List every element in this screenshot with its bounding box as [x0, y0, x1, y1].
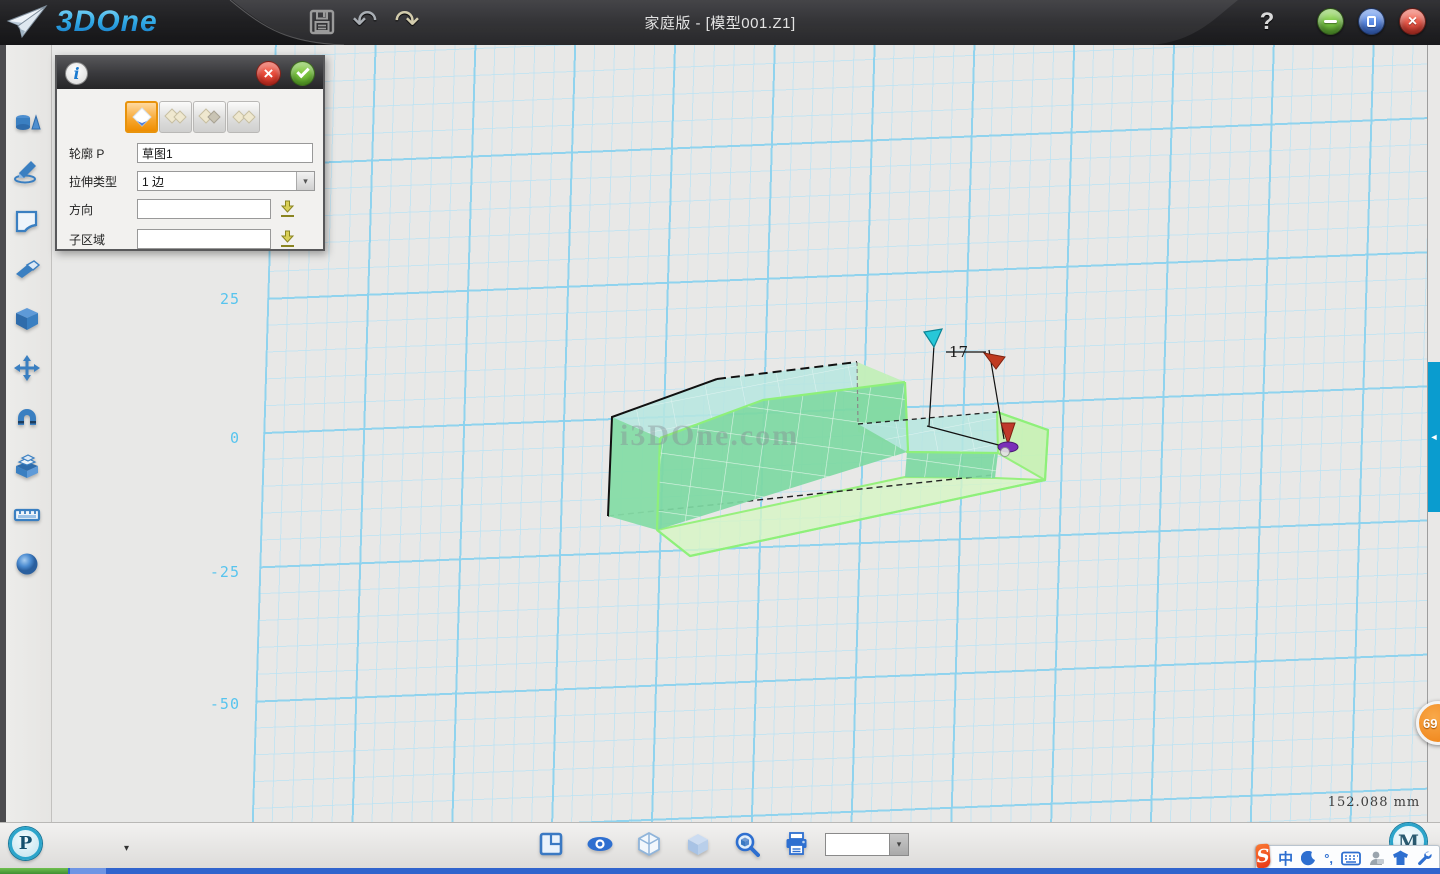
view-toolbar: P ▾	[0, 822, 1440, 868]
minimize-button[interactable]	[1317, 8, 1344, 35]
direction-input[interactable]	[137, 199, 271, 219]
minimize-icon	[1324, 20, 1337, 23]
measure-icon[interactable]	[12, 500, 42, 530]
view-preset-value	[826, 834, 889, 855]
watermark: i3DOne.com	[620, 419, 799, 452]
wireframe-view-button[interactable]	[635, 830, 663, 858]
profile-badge-dropdown-icon[interactable]: ▾	[124, 843, 129, 854]
ime-logo[interactable]: S	[1255, 844, 1271, 869]
select-dropdown-icon[interactable]: ▾	[296, 172, 314, 190]
taskbar-start-segment[interactable]	[0, 868, 68, 874]
extrude-dialog-header: i ×	[57, 57, 323, 89]
shaded-view-button[interactable]	[684, 830, 712, 858]
extrude-type-value: 1 边	[138, 173, 296, 190]
ime-user-icon[interactable]	[1369, 850, 1384, 866]
sketch-icon[interactable]	[12, 157, 42, 187]
direction-label: 方向	[69, 201, 137, 218]
subregion-input[interactable]	[137, 229, 271, 249]
diamond-total-icon	[232, 108, 256, 126]
dimension-flag-handle[interactable]	[984, 353, 1005, 369]
profile-input[interactable]	[137, 143, 313, 163]
extrude-two-sides-button[interactable]	[159, 101, 192, 133]
profile-badge-letter: P	[19, 833, 33, 854]
combine-assembly-icon[interactable]	[12, 451, 42, 481]
constraint-magnet-icon[interactable]	[12, 402, 42, 432]
ime-keyboard-icon[interactable]	[1341, 851, 1361, 866]
diamond-two-icon	[164, 107, 188, 127]
dialog-cancel-button[interactable]: ×	[256, 61, 281, 86]
extrude-type-select[interactable]: 1 边 ▾	[137, 171, 315, 191]
close-icon: ×	[1408, 13, 1417, 31]
notification-count: 69	[1423, 716, 1437, 731]
material-render-icon[interactable]	[12, 549, 42, 579]
close-button[interactable]: ×	[1399, 8, 1426, 35]
extrude-type-options	[125, 101, 260, 133]
print-button[interactable]	[782, 830, 810, 858]
subregion-picker-button[interactable]	[277, 229, 297, 249]
pick-arrow-icon	[279, 200, 296, 218]
paper-plane-icon	[6, 3, 50, 41]
trim-edit-icon[interactable]	[12, 255, 42, 285]
visibility-button[interactable]	[586, 830, 614, 858]
sketch-plane-icon[interactable]	[12, 206, 42, 236]
move-transform-icon[interactable]	[12, 353, 42, 383]
printer-icon	[783, 831, 810, 857]
info-icon: i	[73, 64, 79, 83]
titlebar-swoosh	[0, 0, 1440, 45]
dimension-value: 17	[949, 343, 968, 361]
eye-icon	[586, 834, 614, 854]
ime-moon-icon[interactable]	[1301, 851, 1316, 866]
redo-button[interactable]: ↷	[390, 6, 424, 38]
extrude-type-label: 拉伸类型	[69, 173, 137, 190]
scale-readout: 152.088 mm	[1314, 795, 1427, 810]
ime-punctuation-toggle[interactable]: °,	[1324, 851, 1333, 866]
taskbar-app-segment[interactable]	[70, 868, 106, 874]
undo-icon: ↶	[352, 7, 377, 37]
pick-arrow-icon	[279, 230, 296, 248]
info-button[interactable]: i	[65, 62, 88, 85]
help-button[interactable]: ?	[1252, 6, 1282, 38]
view-preset-combobox[interactable]: ▾	[825, 833, 909, 856]
extrude-total-button[interactable]	[227, 101, 260, 133]
ime-settings-wrench-icon[interactable]	[1417, 850, 1433, 866]
viewport-layout-icon	[538, 831, 564, 857]
combo-dropdown-icon: ▾	[889, 834, 908, 855]
maximize-icon	[1367, 16, 1376, 27]
ime-language-toggle[interactable]: 中	[1278, 848, 1293, 869]
titlebar: 3DOne ↶ ↷ 家庭版 - [模型001.Z1] ? ×	[0, 0, 1440, 45]
left-toolbar	[0, 45, 52, 822]
redo-icon: ↷	[394, 7, 419, 37]
undo-button[interactable]: ↶	[348, 6, 382, 38]
extrude-symmetric-button[interactable]	[193, 101, 226, 133]
viewport-layout-button[interactable]	[537, 830, 565, 858]
profile-label: 轮廓 P	[69, 145, 137, 162]
shaded-cube-icon	[685, 831, 711, 857]
extrude-drag-handle[interactable]	[924, 329, 942, 347]
subregion-label: 子区域	[69, 231, 137, 248]
extrude-dialog: i × 轮	[55, 55, 325, 251]
primitive-solids-icon[interactable]	[12, 108, 42, 138]
confirm-check-icon	[296, 65, 309, 78]
feature-modeling-icon[interactable]	[12, 304, 42, 334]
extrude-one-side-button[interactable]	[125, 101, 158, 133]
dialog-confirm-button[interactable]	[290, 61, 315, 86]
wireframe-cube-icon	[636, 831, 662, 857]
zoom-magnifier-icon	[734, 831, 761, 858]
cancel-icon: ×	[264, 64, 274, 84]
save-button[interactable]	[305, 6, 339, 38]
zoom-view-button[interactable]	[733, 830, 761, 858]
maximize-button[interactable]	[1358, 8, 1385, 35]
panel-flyout-tab[interactable]: ◄	[1428, 362, 1440, 512]
app-logo: 3DOne	[6, 3, 158, 41]
diamond-symmetric-icon	[198, 107, 222, 127]
profile-badge[interactable]: P	[9, 827, 42, 860]
os-taskbar-edge[interactable]	[0, 868, 1440, 874]
extruded-solid[interactable]	[608, 362, 1048, 556]
brand-text: 3DOne	[56, 5, 158, 39]
diamond-one-icon	[131, 106, 153, 128]
ime-skin-icon[interactable]	[1392, 850, 1409, 866]
direction-picker-button[interactable]	[277, 199, 297, 219]
flyout-arrow-icon: ◄	[1430, 432, 1439, 442]
